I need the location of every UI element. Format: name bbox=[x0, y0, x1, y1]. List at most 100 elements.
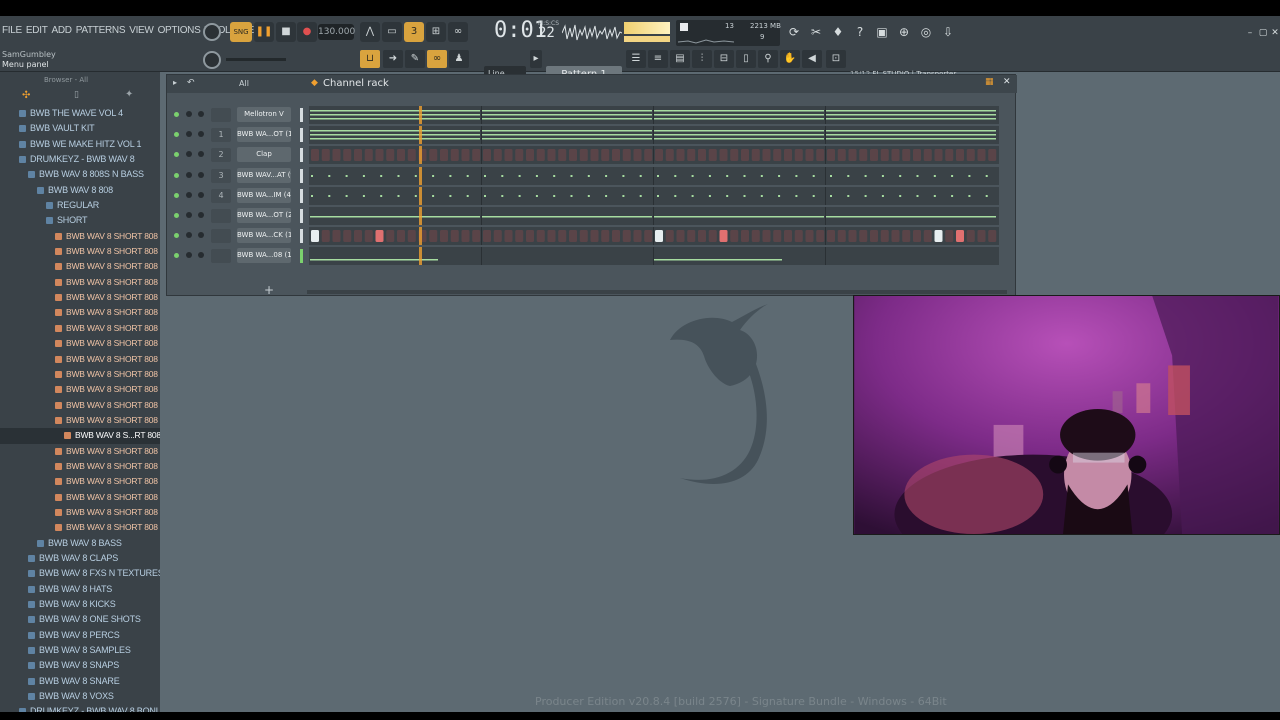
touch-button[interactable]: ✋ bbox=[780, 50, 800, 68]
minimize-button[interactable]: – bbox=[1244, 24, 1256, 42]
channel-knob[interactable] bbox=[186, 171, 192, 178]
download-button[interactable]: ⇩ bbox=[939, 23, 957, 41]
online-button[interactable]: ⟳ bbox=[785, 23, 803, 41]
menu-edit[interactable]: EDIT bbox=[26, 25, 48, 36]
browser-file-item[interactable]: BWB WAV 8 SHORT 808 (19) bbox=[0, 505, 160, 520]
browser-file-item[interactable]: BWB WAV 8 SHORT 808 (12) bbox=[0, 398, 160, 413]
channel-sequence[interactable] bbox=[309, 247, 999, 266]
mixer-track-route[interactable]: 3 bbox=[211, 168, 231, 183]
browser-collapse-icon[interactable]: ✣ bbox=[22, 90, 30, 101]
channel-mute-led[interactable] bbox=[174, 172, 179, 178]
channel-select-indicator[interactable] bbox=[300, 188, 303, 203]
mixer-track-route[interactable]: 1 bbox=[211, 128, 231, 143]
mixer-track-route[interactable] bbox=[211, 209, 231, 223]
browser-folder-item[interactable]: BWB WAV 8 HATS bbox=[0, 582, 160, 597]
project-button[interactable]: ▣ bbox=[873, 23, 891, 41]
channel-select-indicator[interactable] bbox=[300, 209, 303, 223]
channel-knob[interactable] bbox=[198, 151, 204, 158]
channel-sequence[interactable] bbox=[309, 207, 999, 225]
channel-knob[interactable] bbox=[198, 111, 204, 117]
master-pitch-slider[interactable] bbox=[226, 58, 286, 61]
rack-menu-icon[interactable]: ▸ bbox=[173, 78, 177, 87]
channel-knob[interactable] bbox=[198, 252, 204, 259]
maximize-button[interactable]: ▢ bbox=[1257, 24, 1269, 42]
channel-knob[interactable] bbox=[198, 191, 204, 198]
record-button[interactable]: ● bbox=[297, 22, 317, 42]
channel-mute-led[interactable] bbox=[174, 253, 179, 259]
browser-file-item[interactable]: BWB WAV 8 SHORT 808 (7) bbox=[0, 321, 160, 336]
channel-knob[interactable] bbox=[186, 232, 192, 239]
channel-sequence[interactable] bbox=[309, 186, 999, 205]
channel-name-button[interactable]: BWB WA...OT (21) bbox=[237, 208, 291, 223]
browser-file-item[interactable]: BWB WAV 8 SHORT 808 (16) bbox=[0, 459, 160, 474]
close-button[interactable]: ✕ bbox=[1269, 24, 1280, 42]
plugin-db-button[interactable]: ⚲ bbox=[758, 50, 778, 68]
browser-file-item[interactable]: BWB WAV 8 SHORT 808 (13) bbox=[0, 413, 160, 428]
audio-settings-button[interactable]: ♦ bbox=[829, 23, 847, 41]
pattern-prev-button[interactable]: ▸ bbox=[530, 50, 542, 68]
browser-file-item[interactable]: BWB WAV 8 SHORT 808 (6) bbox=[0, 305, 160, 320]
channel-knob[interactable] bbox=[186, 252, 192, 259]
rack-view-icon[interactable]: ▦ bbox=[985, 77, 994, 87]
mixer-track-route[interactable]: 2 bbox=[211, 148, 231, 163]
channel-name-button[interactable]: BWB WA...CK (14) bbox=[237, 228, 291, 244]
playlist-button[interactable]: ➜ bbox=[383, 50, 403, 68]
mixer-track-route[interactable]: 4 bbox=[211, 188, 231, 203]
browser-folder-item[interactable]: BWB WAV 8 ONE SHOTS bbox=[0, 612, 160, 627]
browser-folder-item[interactable]: BWB WAV 8 KICKS bbox=[0, 597, 160, 612]
menu-options[interactable]: OPTIONS bbox=[158, 25, 201, 36]
channel-sequence[interactable] bbox=[309, 227, 999, 246]
channel-mute-led[interactable] bbox=[174, 192, 179, 198]
browser-folder-item[interactable]: BWB WAV 8 808S N BASS bbox=[0, 167, 160, 182]
channel-sequence[interactable] bbox=[309, 166, 999, 185]
browser-folder-item[interactable]: BWB THE WAVE VOL 4 bbox=[0, 106, 160, 121]
browser-window-button[interactable]: ⊟ bbox=[714, 50, 734, 68]
browser-file-item[interactable]: BWB WAV 8 SHORT 808 (11) bbox=[0, 382, 160, 397]
plugin-picker-button[interactable]: ▯ bbox=[736, 50, 756, 68]
channel-knob[interactable] bbox=[186, 191, 192, 198]
channel-sequence[interactable] bbox=[309, 126, 999, 145]
countdown-button[interactable]: 3 bbox=[404, 22, 424, 42]
browser-file-item[interactable]: BWB WAV 8 SHORT 808 (9) bbox=[0, 352, 160, 367]
add-channel-button[interactable]: + bbox=[264, 283, 274, 297]
channel-name-button[interactable]: Clap bbox=[237, 147, 291, 163]
browser-file-item[interactable]: BWB WAV 8 SHORT 808 (18) bbox=[0, 490, 160, 505]
channel-sequence[interactable] bbox=[309, 146, 999, 165]
snap-magnet-button[interactable]: ⊔ bbox=[360, 50, 380, 68]
rack-filter[interactable]: All bbox=[239, 79, 249, 88]
browser-file-item[interactable]: BWB WAV 8 SHORT 808 (20) bbox=[0, 520, 160, 535]
browser-folder-item[interactable]: BWB WAV 8 808 bbox=[0, 183, 160, 198]
shop-button[interactable]: ⊡ bbox=[826, 50, 846, 68]
channel-select-indicator[interactable] bbox=[300, 148, 303, 163]
rack-undo-icon[interactable]: ↶ bbox=[187, 78, 195, 88]
channel-mute-led[interactable] bbox=[174, 132, 179, 138]
stamp-button[interactable]: ♟ bbox=[449, 50, 469, 68]
play-button[interactable]: ❚❚ bbox=[254, 22, 274, 42]
step-edit-button[interactable]: ⊞ bbox=[426, 22, 446, 42]
master-volume-knob[interactable] bbox=[203, 23, 221, 41]
mixer-track-route[interactable] bbox=[211, 229, 231, 244]
browser-folder-item[interactable]: REGULAR bbox=[0, 198, 160, 213]
chat-button[interactable]: ◎ bbox=[917, 23, 935, 41]
midi-button[interactable]: ◀ bbox=[802, 50, 822, 68]
wait-input-button[interactable]: ▭ bbox=[382, 22, 402, 42]
browser-folder-item[interactable]: BWB WAV 8 SAMPLES bbox=[0, 643, 160, 658]
browser-folder-item[interactable]: BWB WAV 8 VOXS bbox=[0, 689, 160, 704]
browser-folder-item[interactable]: DRUMKEYZ - BWB WAV 8 BONUS bbox=[0, 704, 160, 712]
browser-pin-icon[interactable]: ✦ bbox=[125, 89, 133, 100]
channel-name-button[interactable]: BWB WA...OT (11) bbox=[237, 127, 291, 143]
metronome-button[interactable]: ⋀ bbox=[360, 22, 380, 42]
browser-folder-item[interactable]: SHORT bbox=[0, 213, 160, 228]
channel-mute-led[interactable] bbox=[174, 112, 179, 117]
browser-folder-item[interactable]: BWB WAV 8 SNAPS bbox=[0, 658, 160, 673]
channel-select-indicator[interactable] bbox=[300, 229, 303, 244]
rack-close-icon[interactable]: ✕ bbox=[1003, 77, 1011, 87]
channel-select-indicator[interactable] bbox=[300, 108, 303, 122]
browser-folder-item[interactable]: BWB VAULT KIT bbox=[0, 121, 160, 136]
channel-knob[interactable] bbox=[198, 131, 204, 138]
browser-file-item[interactable]: BWB WAV 8 SHORT 808 (10) bbox=[0, 367, 160, 382]
channel-sequence[interactable] bbox=[309, 106, 999, 124]
browser-folder-item[interactable]: BWB WE MAKE HITZ VOL 1 bbox=[0, 137, 160, 152]
channel-name-button[interactable]: Mellotron V bbox=[237, 107, 291, 122]
channel-knob[interactable] bbox=[186, 111, 192, 117]
